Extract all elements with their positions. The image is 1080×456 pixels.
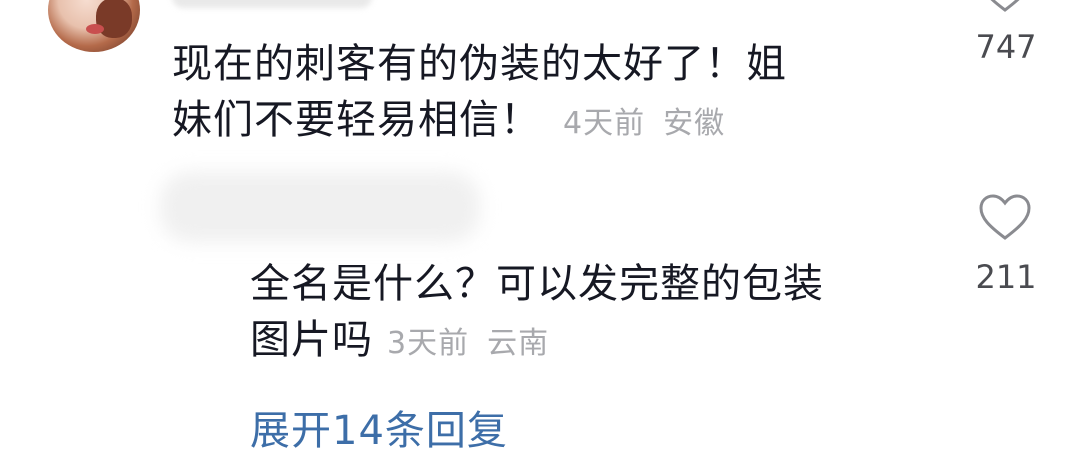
reply-like-count: 211 (975, 258, 1037, 296)
reply-text: 全名是什么？可以发完整的包装 图片吗 3天前 云南 (250, 256, 824, 372)
reply-line-1: 全名是什么？可以发完整的包装 (250, 261, 824, 307)
comment-line-2-text: 妹们不要轻易相信！ (172, 97, 541, 143)
comment-region: 安徽 (663, 106, 726, 141)
heart-outline-icon[interactable] (977, 194, 1033, 242)
avatar[interactable] (48, 0, 140, 52)
reply-line-2: 图片吗 3天前 云南 (250, 312, 824, 372)
expand-replies-link[interactable]: 展开14条回复 (250, 398, 508, 456)
reply-line-2-text: 图片吗 (250, 317, 373, 363)
avatar-mouth (86, 24, 104, 34)
like-count: 747 (975, 28, 1037, 66)
comment-meta: 4天前 安徽 (563, 106, 725, 141)
comment-time: 4天前 (563, 106, 646, 141)
comment-text: 现在的刺客有的伪装的太好了！姐 妹们不要轻易相信！ 4天前 安徽 (172, 36, 787, 152)
reply-meta: 3天前 云南 (387, 326, 549, 361)
comment-line-2: 妹们不要轻易相信！ 4天前 安徽 (172, 92, 787, 152)
reply-region: 云南 (487, 326, 550, 361)
comment-line-1: 现在的刺客有的伪装的太好了！姐 (172, 41, 787, 87)
commenter-name-redacted (172, 0, 372, 8)
reply-name-redacted (160, 172, 480, 242)
reply-time: 3天前 (387, 326, 470, 361)
heart-outline-icon[interactable] (977, 0, 1033, 14)
